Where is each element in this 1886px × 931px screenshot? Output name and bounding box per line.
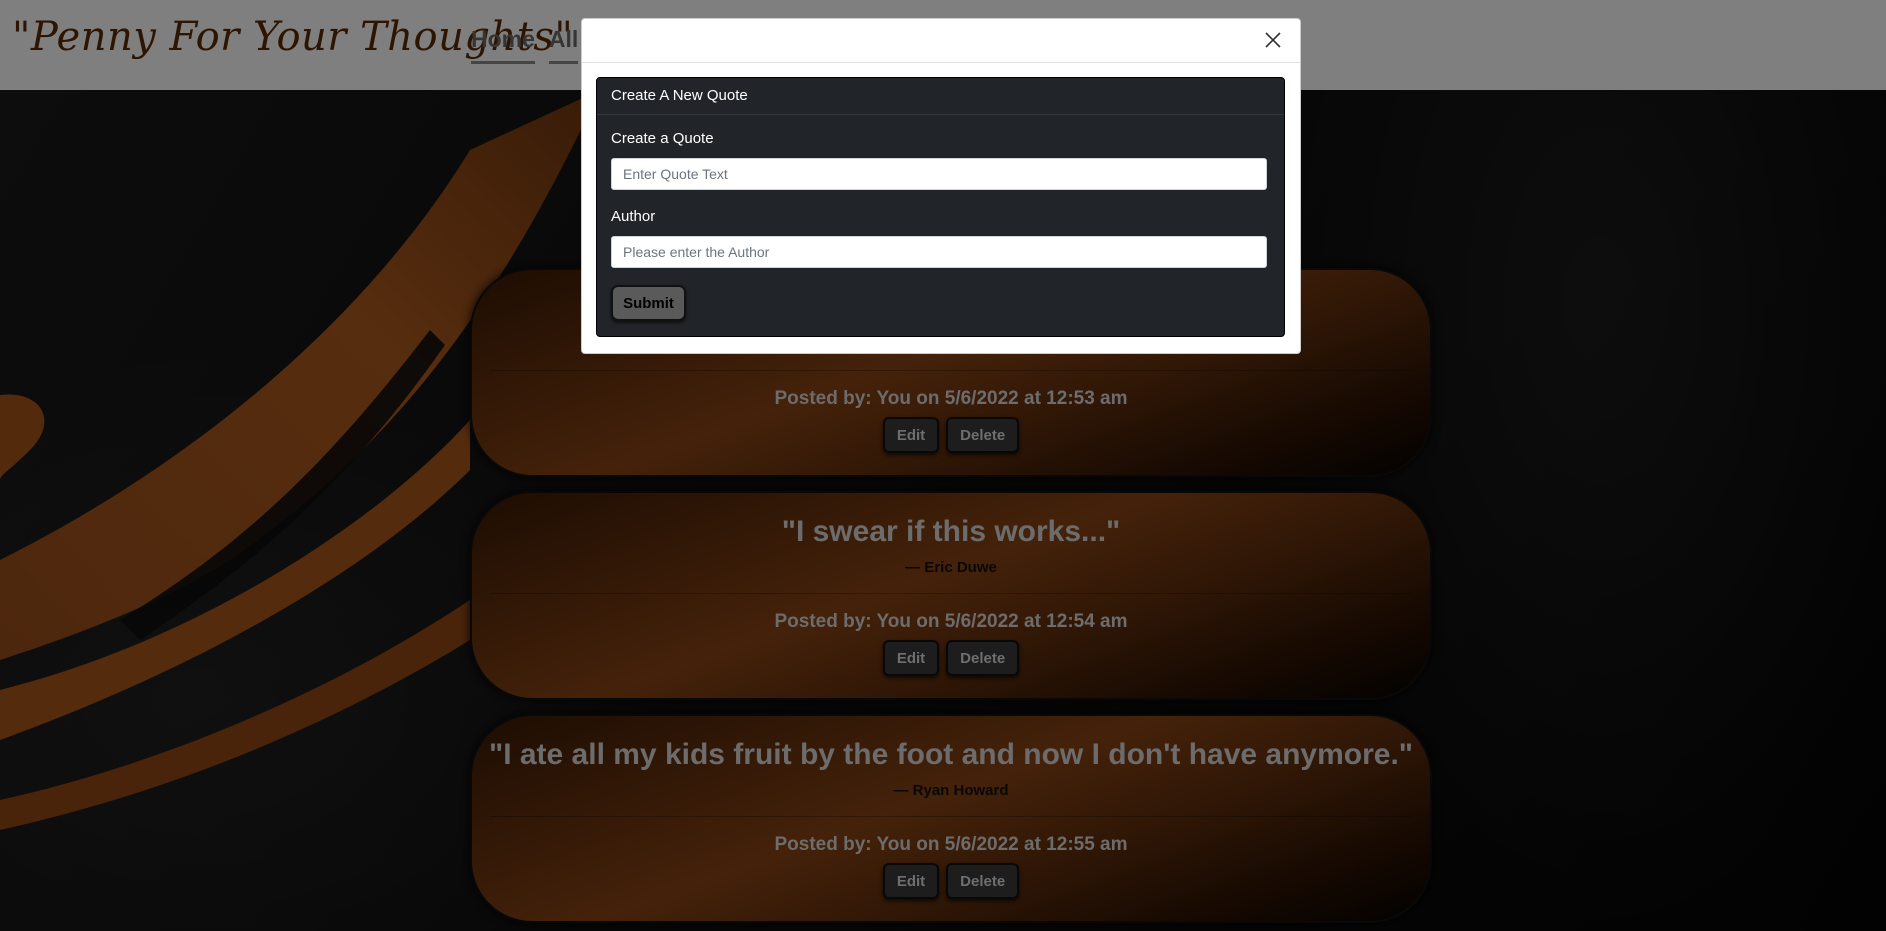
create-quote-modal: Create A New Quote Create a Quote Author… [581, 18, 1301, 354]
author-field-label: Author [611, 208, 656, 225]
author-input[interactable] [611, 236, 1267, 268]
quote-text-input[interactable] [611, 158, 1267, 190]
form-title: Create A New Quote [597, 78, 1284, 115]
close-icon[interactable] [1262, 29, 1284, 51]
modal-header [582, 19, 1300, 63]
create-quote-form: Create A New Quote Create a Quote Author… [596, 77, 1285, 337]
quote-field-label: Create a Quote [611, 130, 714, 147]
submit-button[interactable]: Submit [611, 285, 686, 321]
